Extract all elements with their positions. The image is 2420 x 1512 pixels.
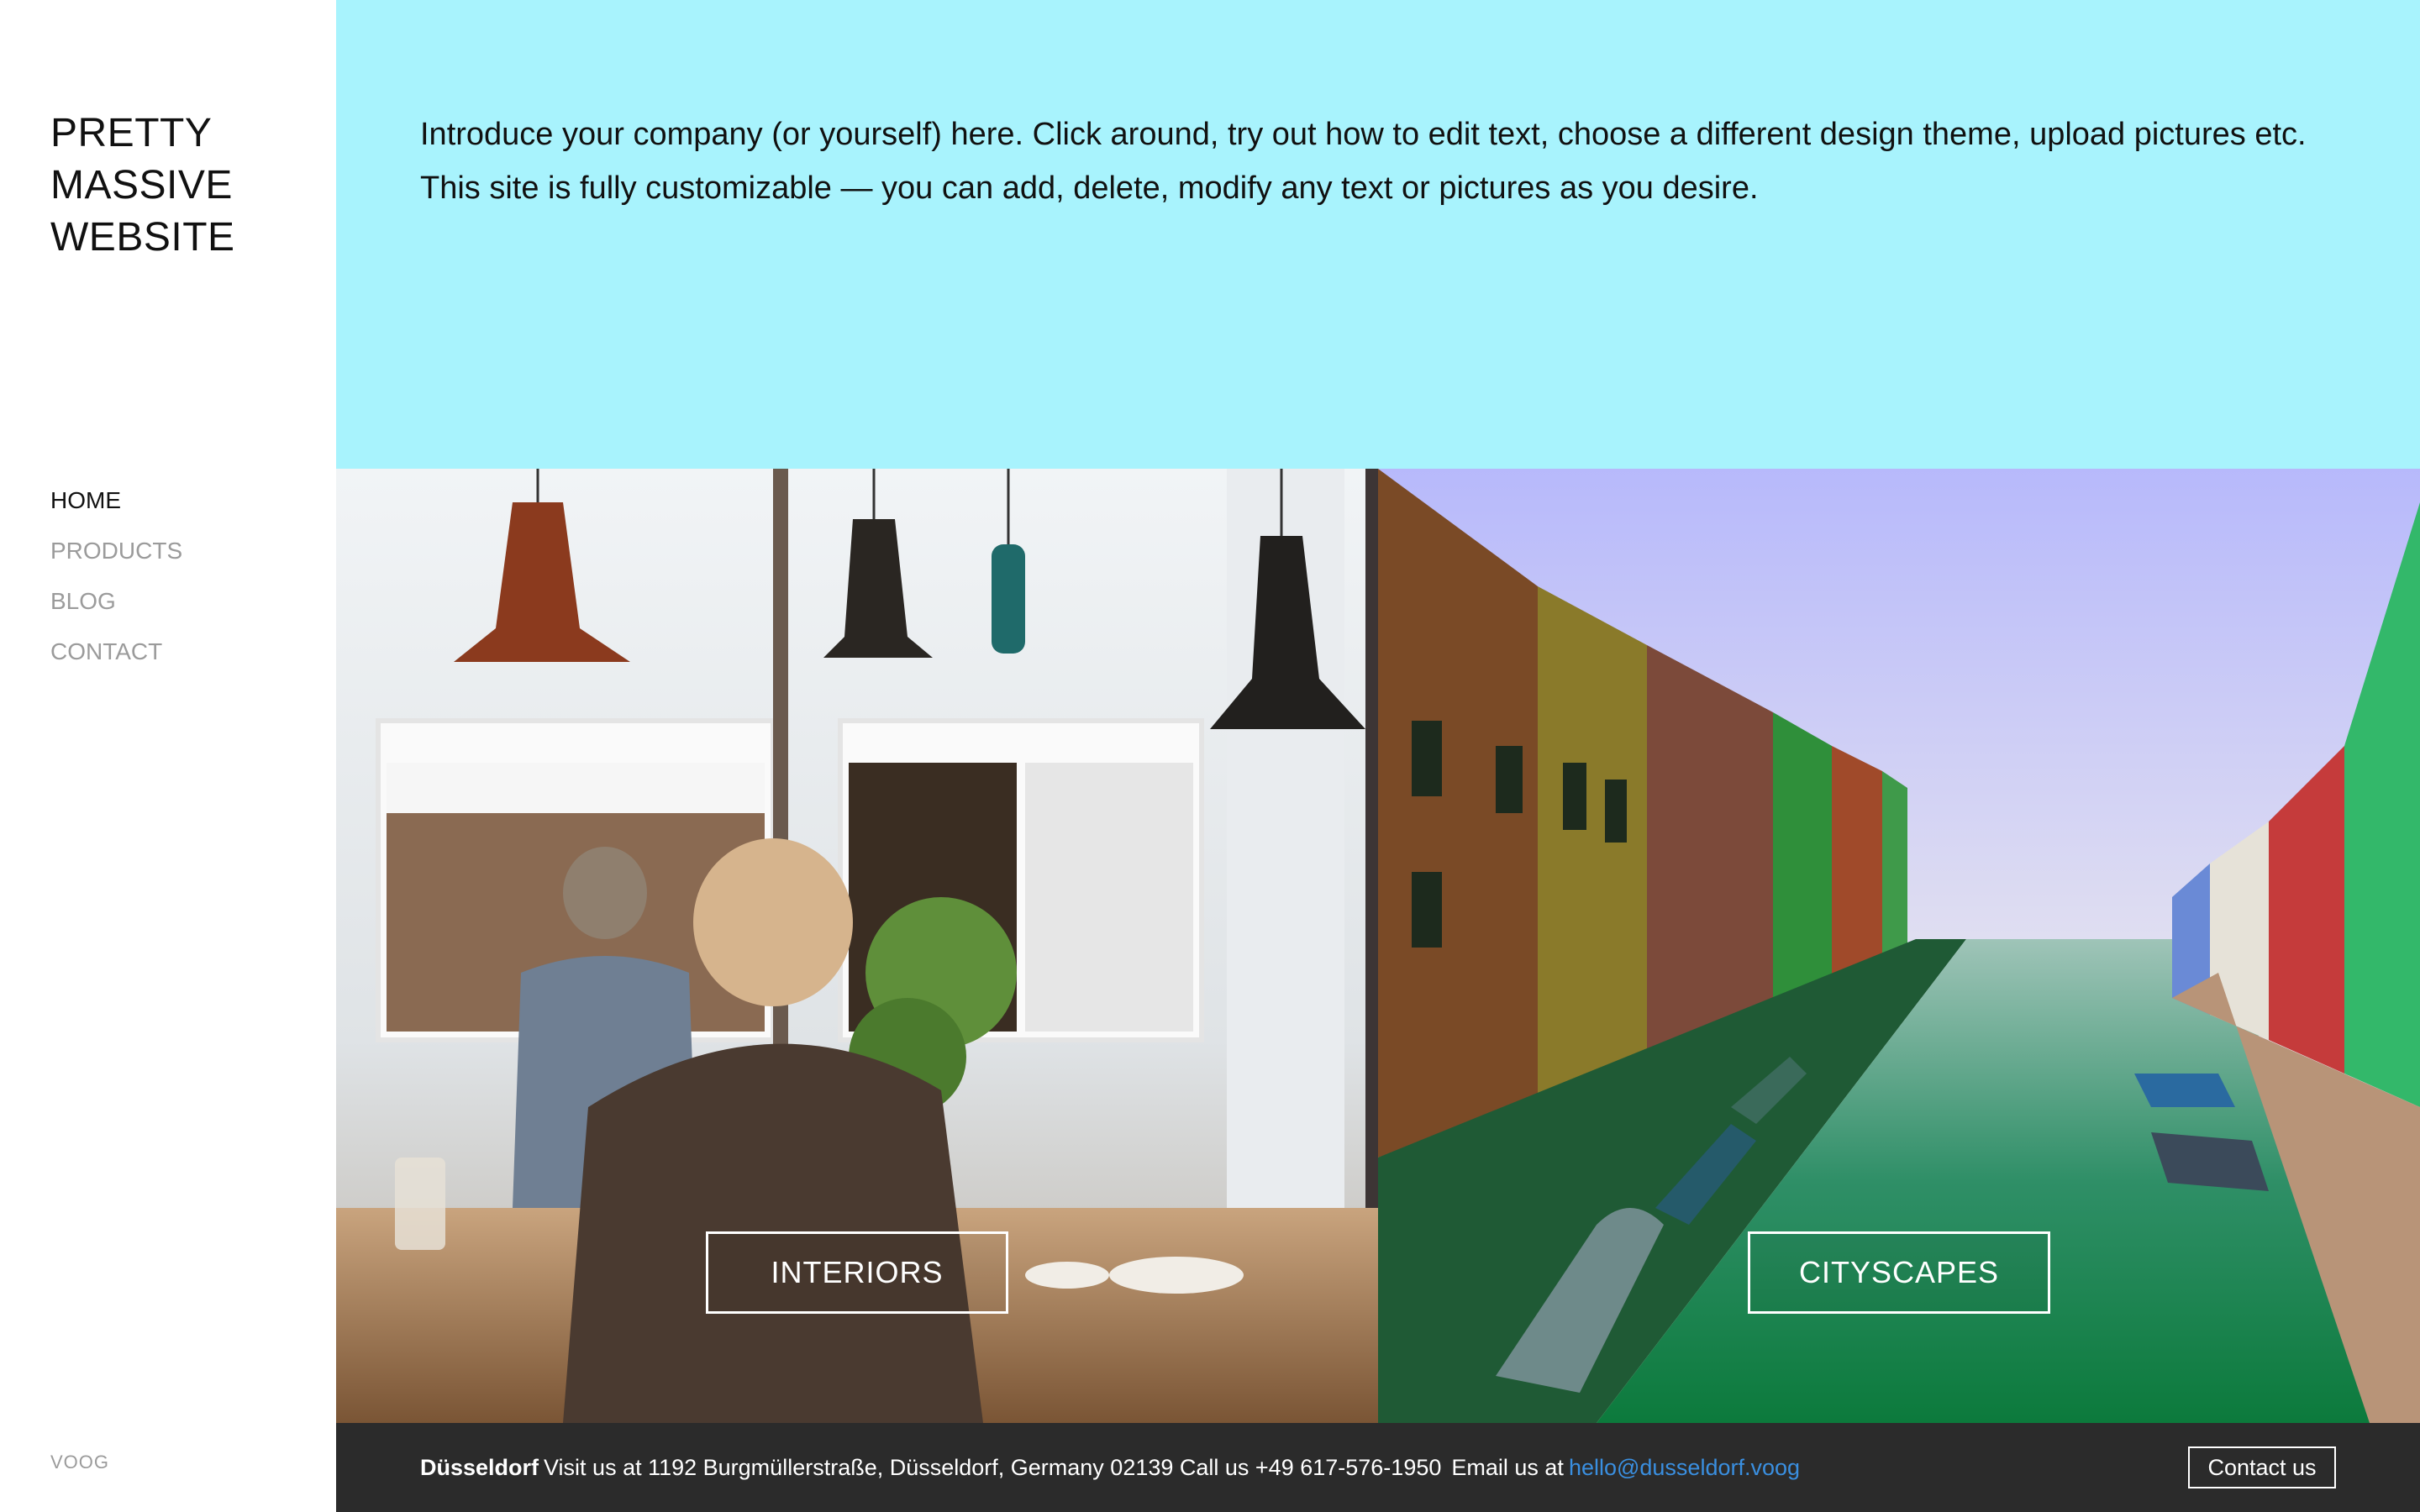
footer-email-label: Email us at	[1451, 1454, 1564, 1480]
nav-item-home[interactable]: HOME	[50, 475, 182, 526]
cityscapes-button[interactable]: CITYSCAPES	[1748, 1231, 2050, 1314]
site-title-line-2: MASSIVE	[50, 163, 233, 207]
nav-item-products[interactable]: PRODUCTS	[50, 526, 182, 576]
footer-city: Düsseldorf	[420, 1454, 539, 1480]
intro-text: Introduce your company (or yourself) her…	[420, 117, 2307, 206]
footer-address: Visit us at 1192 Burgmüllerstraße, Düsse…	[544, 1454, 1442, 1480]
interiors-tile[interactable]: INTERIORS	[336, 469, 1378, 1423]
nav-item-contact[interactable]: CONTACT	[50, 627, 182, 677]
site-title-line-1: PRETTY	[50, 111, 213, 155]
intro-section: Introduce your company (or yourself) her…	[336, 0, 2420, 469]
sidebar: PRETTY MASSIVE WEBSITE HOME PRODUCTS BLO…	[0, 0, 336, 1512]
nav-item-blog[interactable]: BLOG	[50, 576, 182, 627]
interiors-button[interactable]: INTERIORS	[706, 1231, 1008, 1314]
contact-us-button[interactable]: Contact us	[2188, 1446, 2336, 1488]
cityscapes-tile[interactable]: CITYSCAPES	[1378, 469, 2420, 1423]
main-nav: HOME PRODUCTS BLOG CONTACT	[50, 475, 182, 677]
footer: Düsseldorf Visit us at 1192 Burgmüllerst…	[336, 1423, 2420, 1512]
footer-info: Düsseldorf Visit us at 1192 Burgmüllerst…	[420, 1423, 1800, 1512]
site-title-line-3: WEBSITE	[50, 215, 235, 260]
footer-email-link[interactable]: hello@dusseldorf.voog	[1569, 1455, 1800, 1481]
site-title[interactable]: PRETTY MASSIVE WEBSITE	[50, 108, 302, 264]
voog-logo[interactable]: voog	[50, 1452, 109, 1473]
